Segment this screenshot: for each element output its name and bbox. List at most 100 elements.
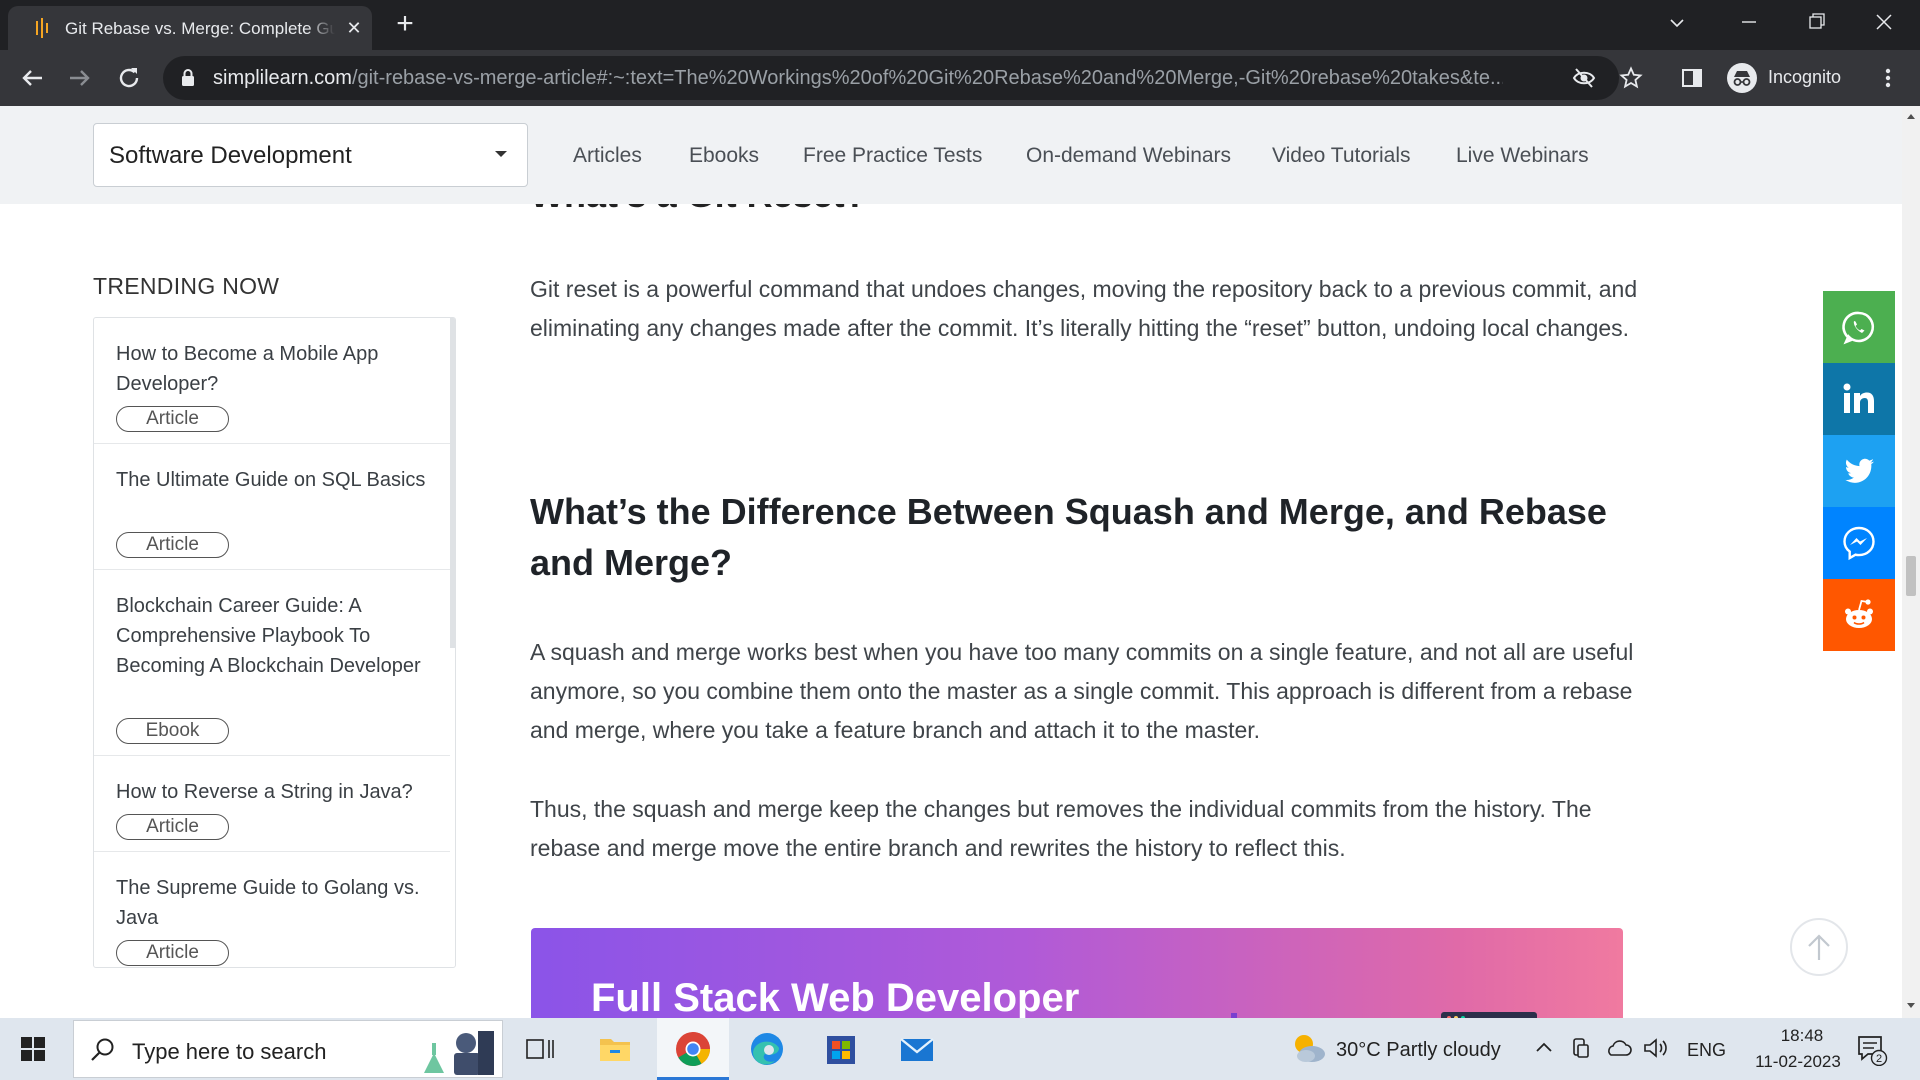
- page-scroll-thumb[interactable]: [1906, 556, 1916, 596]
- clock-date[interactable]: 11-02-2023: [1733, 1052, 1863, 1072]
- nav-link-ebooks[interactable]: Ebooks: [689, 144, 759, 168]
- trending-list: How to Become a Mobile App Developer? Ar…: [93, 317, 456, 968]
- taskbar-mail[interactable]: [893, 1026, 941, 1072]
- linkedin-icon: [1843, 383, 1874, 413]
- speaker-volume-icon[interactable]: [1642, 1036, 1670, 1060]
- language-indicator[interactable]: ENG: [1687, 1040, 1726, 1061]
- url-path: /git-rebase-vs-merge-article#:~:text=The…: [351, 67, 1503, 89]
- forward-arrow-icon[interactable]: [64, 62, 96, 94]
- page-scrollbar[interactable]: [1902, 106, 1920, 1018]
- incognito-label: Incognito: [1768, 67, 1842, 87]
- weather-text[interactable]: 30°C Partly cloudy: [1336, 1039, 1501, 1062]
- close-window-icon[interactable]: [1864, 8, 1904, 38]
- address-bar[interactable]: simplilearn.com/git-rebase-vs-merge-arti…: [163, 56, 1643, 100]
- caret-down-icon: [495, 151, 507, 157]
- trending-item-badge: Article: [116, 406, 229, 432]
- trending-item-title[interactable]: How to Reverse a String in Java?: [116, 777, 436, 807]
- arrow-up-icon: [1808, 934, 1830, 960]
- squash-merge-paragraph: A squash and merge works best when you h…: [530, 639, 1634, 743]
- restore-icon[interactable]: [1796, 8, 1836, 38]
- tab-title: Git Rebase vs. Merge: Complete Guide: [65, 19, 335, 39]
- edge-icon: [751, 1033, 783, 1065]
- tab-close-icon[interactable]: ✕: [343, 17, 365, 39]
- new-tab-icon[interactable]: +: [390, 9, 420, 40]
- nav-link-free-practice-tests[interactable]: Free Practice Tests: [803, 144, 982, 168]
- windows-start-icon[interactable]: [20, 1036, 46, 1062]
- messenger-icon: [1843, 526, 1875, 561]
- taskbar-file-explorer[interactable]: [591, 1026, 639, 1072]
- side-panel-icon[interactable]: [1676, 62, 1708, 94]
- browser-titlebar: Git Rebase vs. Merge: Complete Guide ✕ +: [0, 0, 1920, 50]
- nav-link-live-webinars[interactable]: Live Webinars: [1456, 144, 1589, 168]
- promo-illustration-icon: [1231, 1013, 1237, 1018]
- trending-item-title[interactable]: How to Become a Mobile App Developer?: [116, 339, 436, 399]
- share-reddit-button[interactable]: [1823, 579, 1895, 651]
- search-highlight-illustration-icon: [424, 1031, 494, 1075]
- trending-item-title[interactable]: The Ultimate Guide on SQL Basics: [116, 465, 436, 495]
- scroll-to-top-button[interactable]: [1790, 918, 1848, 976]
- weather-partly-cloudy-icon[interactable]: [1288, 1030, 1328, 1066]
- nav-link-articles[interactable]: Articles: [573, 144, 642, 168]
- category-dropdown[interactable]: Software Development: [93, 123, 528, 187]
- mail-icon: [900, 1038, 934, 1061]
- incognito-icon: [1727, 63, 1757, 93]
- resources-subnav: Software Development Articles Ebooks Fre…: [0, 106, 1902, 204]
- share-linkedin-button[interactable]: [1823, 363, 1895, 435]
- share-whatsapp-button[interactable]: [1823, 291, 1895, 363]
- trending-scrollbar[interactable]: [450, 318, 455, 648]
- task-view-icon[interactable]: [525, 1036, 555, 1062]
- twitter-icon: [1845, 458, 1874, 483]
- trending-item-badge: Article: [116, 814, 229, 840]
- browser-tab[interactable]: Git Rebase vs. Merge: Complete Guide ✕: [8, 6, 372, 50]
- nav-link-on-demand-webinars[interactable]: On-demand Webinars: [1026, 144, 1231, 168]
- minimize-icon[interactable]: [1728, 8, 1768, 38]
- scroll-up-arrow-icon[interactable]: [1906, 112, 1916, 120]
- trending-item-title[interactable]: Blockchain Career Guide: A Comprehensive…: [116, 591, 436, 681]
- trending-item[interactable]: The Ultimate Guide on SQL Basics Article: [94, 444, 450, 570]
- chrome-icon: [676, 1032, 710, 1066]
- url-host: simplilearn.com: [213, 67, 352, 89]
- lock-icon[interactable]: [181, 68, 195, 88]
- reload-icon[interactable]: [113, 62, 145, 94]
- back-arrow-icon[interactable]: [16, 62, 48, 94]
- share-messenger-button[interactable]: [1823, 507, 1895, 579]
- onedrive-cloud-icon[interactable]: [1604, 1038, 1632, 1058]
- simplilearn-favicon-icon: [36, 18, 48, 38]
- category-dropdown-value: Software Development: [109, 142, 352, 169]
- notification-center-icon[interactable]: 2: [1854, 1032, 1888, 1066]
- microsoft-store-icon: [827, 1036, 855, 1064]
- show-hidden-icons-chevron-icon[interactable]: [1534, 1039, 1554, 1055]
- nav-link-video-tutorials[interactable]: Video Tutorials: [1272, 144, 1411, 168]
- taskbar-store[interactable]: [817, 1026, 865, 1072]
- course-promo-banner[interactable]: Full Stack Web Developer: [531, 928, 1623, 1018]
- incognito-profile[interactable]: Incognito: [1722, 56, 1882, 100]
- squash-vs-rebase-heading: What’s the Difference Between Squash and…: [530, 491, 1607, 583]
- device-icon[interactable]: [1570, 1036, 1592, 1060]
- clock-time[interactable]: 18:48: [1762, 1026, 1842, 1046]
- trending-item[interactable]: Blockchain Career Guide: A Comprehensive…: [94, 570, 450, 756]
- url-text[interactable]: simplilearn.com/git-rebase-vs-merge-arti…: [213, 67, 1503, 90]
- browser-toolbar: simplilearn.com/git-rebase-vs-merge-arti…: [0, 50, 1920, 106]
- reddit-icon: [1845, 599, 1873, 628]
- chrome-menu-icon[interactable]: [1872, 62, 1904, 94]
- eye-slash-icon[interactable]: [1572, 67, 1596, 89]
- trending-item-badge: Article: [116, 532, 229, 558]
- git-reset-paragraph: Git reset is a powerful command that und…: [530, 276, 1638, 341]
- trending-item[interactable]: The Supreme Guide to Golang vs. Java Art…: [94, 852, 450, 967]
- taskbar-edge[interactable]: [743, 1026, 791, 1072]
- trending-item-badge: Ebook: [116, 718, 229, 744]
- trending-heading: TRENDING NOW: [93, 273, 280, 299]
- notification-count: 2: [1876, 1053, 1882, 1065]
- bookmark-star-icon[interactable]: [1619, 66, 1643, 90]
- whatsapp-icon: [1842, 311, 1875, 345]
- tab-search-chevron-icon[interactable]: [1668, 14, 1686, 32]
- share-twitter-button[interactable]: [1823, 435, 1895, 507]
- taskbar-search-box[interactable]: Type here to search: [73, 1020, 503, 1078]
- trending-item-title[interactable]: The Supreme Guide to Golang vs. Java: [116, 873, 436, 933]
- promo-laptop-icon: [1441, 1012, 1537, 1018]
- scroll-down-arrow-icon[interactable]: [1906, 1002, 1916, 1010]
- taskbar-chrome-active[interactable]: [657, 1018, 729, 1080]
- trending-item[interactable]: How to Reverse a String in Java? Article: [94, 756, 450, 852]
- trending-item[interactable]: How to Become a Mobile App Developer? Ar…: [94, 318, 450, 444]
- windows-taskbar: Type here to search 30°C Partly cloudy E…: [0, 1018, 1920, 1080]
